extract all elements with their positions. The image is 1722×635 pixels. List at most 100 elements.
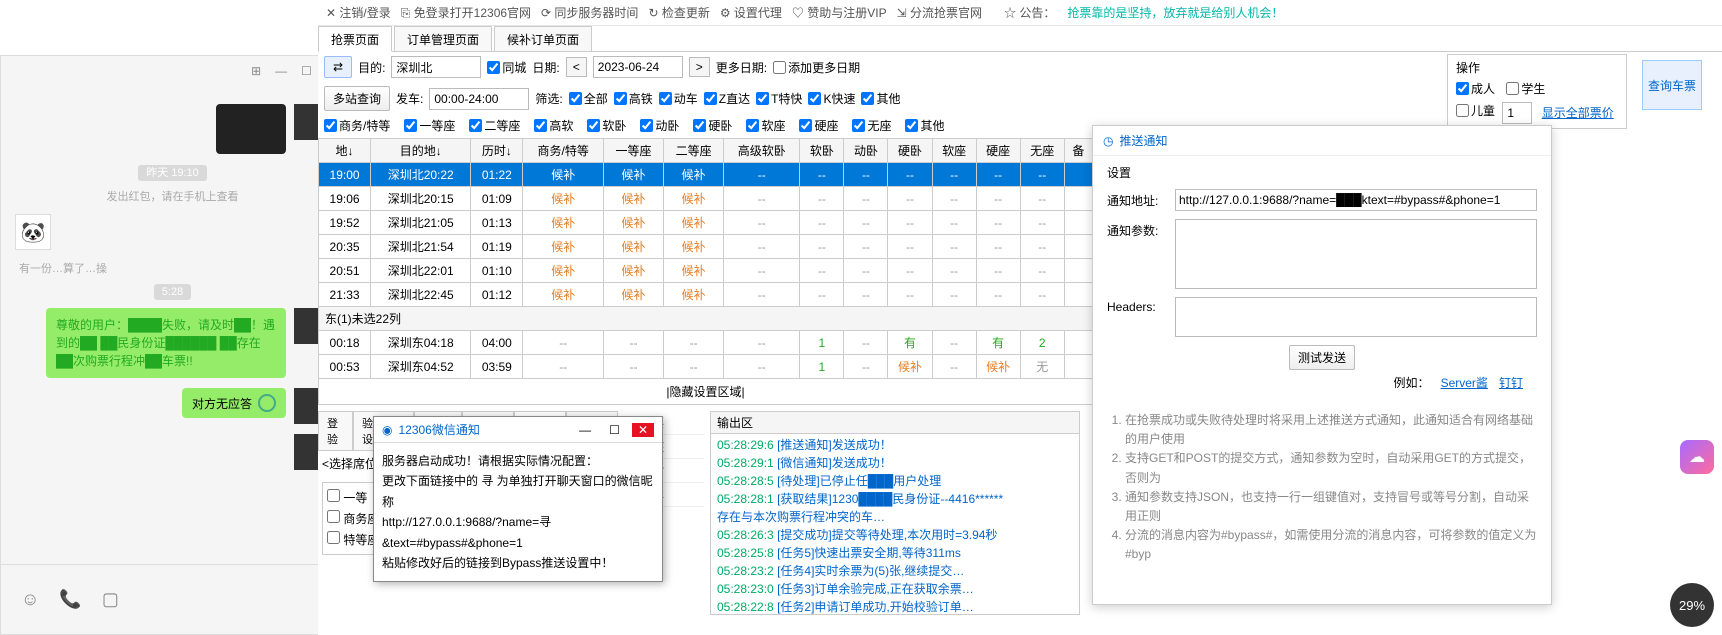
query-button[interactable]: 查询车票	[1642, 60, 1702, 110]
push-section-title: 设置	[1107, 164, 1537, 181]
log-line: 05:28:23:0 [任务3]订单余验完成,正在获取余票…	[717, 580, 1073, 598]
seat-filter[interactable]: 硬卧	[693, 117, 732, 134]
table-header[interactable]: 硬卧	[888, 139, 932, 163]
table-header[interactable]: 一等座	[603, 139, 663, 163]
multi-station-button[interactable]: 多站查询	[324, 86, 390, 111]
top-toolbar: ✕ 注销/登录 ⎘ 免登录打开12306官网 ⟳ 同步服务器时间 ↻ 检查更新 ⚙ 设置…	[318, 0, 1722, 26]
table-header[interactable]: 历时↓	[471, 139, 523, 163]
seat-filter[interactable]: 商务/特等	[324, 117, 390, 134]
call-icon[interactable]: 📞	[59, 589, 81, 610]
seat-filter[interactable]: 软座	[746, 117, 785, 134]
table-group[interactable]: 东(1)未选22列	[319, 307, 1093, 331]
child-count[interactable]	[1502, 102, 1532, 124]
chat-toolbar: ☺ 📞 ▢	[1, 564, 344, 634]
emoji-icon[interactable]: ☺	[21, 589, 39, 610]
table-row[interactable]: 20:51深圳北22:0101:10候补候补候补--------------	[319, 259, 1093, 283]
log-line: 05:28:26:3 [提交成功]提交等待处理,本次用时=3.94秒	[717, 526, 1073, 544]
seat-filter[interactable]: 二等座	[469, 117, 520, 134]
train-filter[interactable]: T特快	[756, 90, 802, 107]
param-label: 通知参数:	[1107, 219, 1167, 239]
toolbar-item[interactable]: ✕ 注销/登录	[326, 6, 391, 20]
table-row[interactable]: 21:33深圳北22:4501:12候补候补候补--------------	[319, 283, 1093, 307]
table-header[interactable]: 软卧	[800, 139, 844, 163]
chat-caption: 有一份…算了…操	[19, 260, 330, 276]
seat-filter[interactable]: 硬座	[799, 117, 838, 134]
main-tab[interactable]: 抢票页面	[318, 26, 392, 52]
dest-input[interactable]	[391, 56, 481, 78]
seat-filter[interactable]: 高软	[534, 117, 573, 134]
headers-label: Headers:	[1107, 297, 1167, 314]
addr-input[interactable]	[1175, 189, 1537, 211]
child-check[interactable]: 儿童	[1456, 102, 1495, 119]
chat-max-icon[interactable]: ☐	[301, 64, 312, 78]
train-filter[interactable]: 其他	[861, 90, 900, 107]
link-dingtalk[interactable]: 钉钉	[1499, 376, 1523, 390]
table-row[interactable]: 00:53深圳东04:5203:59--------1--候补--候补无	[319, 355, 1093, 379]
table-row[interactable]: 19:52深圳北21:0501:13候补候补候补--------------	[319, 211, 1093, 235]
main-tab[interactable]: 订单管理页面	[394, 26, 492, 51]
date-input[interactable]	[593, 56, 683, 78]
table-row[interactable]: 20:35深圳北21:5401:19候补候补候补--------------	[319, 235, 1093, 259]
toolbar-item[interactable]: ⚙ 设置代理	[720, 6, 782, 20]
popup-close[interactable]: ✕	[632, 423, 654, 437]
toolbar-item[interactable]: ⟳ 同步服务器时间	[541, 6, 638, 20]
table-header[interactable]: 商务/特等	[523, 139, 604, 163]
toolbar-item[interactable]: ♡ 赞助与注册VIP	[792, 6, 887, 20]
seat-filter[interactable]: 软卧	[587, 117, 626, 134]
add-dates-check[interactable]: 添加更多日期	[773, 59, 860, 76]
chat-min-icon[interactable]: —	[275, 64, 287, 78]
output-title: 输出区	[711, 412, 1079, 434]
train-filter[interactable]: 全部	[569, 90, 608, 107]
date-next[interactable]: >	[689, 57, 710, 77]
chat-date: 5:28	[154, 284, 191, 300]
seat-filter[interactable]: 无座	[852, 117, 891, 134]
seat-filter[interactable]: 动卧	[640, 117, 679, 134]
chat-image[interactable]	[216, 104, 286, 154]
train-filter[interactable]: 动车	[659, 90, 698, 107]
cloud-icon[interactable]: ☁	[1680, 440, 1714, 474]
toolbar-item[interactable]: ⇲ 分流抢票官网	[897, 6, 982, 20]
show-all-link[interactable]: 显示全部票价	[1542, 106, 1614, 120]
depart-time-input[interactable]	[429, 88, 529, 110]
popup-max[interactable]: ☐	[603, 423, 626, 437]
swap-button[interactable]: ⇄	[324, 56, 352, 78]
main-tab[interactable]: 候补订单页面	[494, 26, 592, 51]
table-header[interactable]: 高级软卧	[724, 139, 800, 163]
same-city-check[interactable]: 同城	[487, 59, 526, 76]
hidden-area-toggle[interactable]: |隐藏设置区域|	[318, 379, 1093, 405]
table-header[interactable]: 软座	[932, 139, 976, 163]
table-header[interactable]: 备	[1064, 139, 1092, 163]
train-filter[interactable]: K快速	[808, 90, 855, 107]
log-line: 05:28:22:8 [任务2]申请订单成功,开始校验订单…	[717, 598, 1073, 614]
table-row[interactable]: 00:18深圳东04:1804:00--------1--有--有2	[319, 331, 1093, 355]
chat-pin-icon[interactable]: ⊞	[251, 64, 261, 78]
train-filter[interactable]: 高铁	[614, 90, 653, 107]
test-send-button[interactable]: 测试发送	[1289, 345, 1355, 370]
table-header[interactable]: 目的地↓	[371, 139, 471, 163]
toolbar-item[interactable]: ⎘ 免登录打开12306官网	[401, 6, 531, 20]
date-prev[interactable]: <	[566, 57, 587, 77]
table-header[interactable]: 二等座	[664, 139, 724, 163]
toolbar-item[interactable]: ↻ 检查更新	[648, 6, 709, 20]
table-row[interactable]: 19:06深圳北20:1501:09候补候补候补--------------	[319, 187, 1093, 211]
seat-filter[interactable]: 其他	[905, 117, 944, 134]
seat-filter[interactable]: 一等座	[404, 117, 455, 134]
video-icon[interactable]: ▢	[102, 589, 119, 610]
progress-badge: 29%	[1670, 583, 1714, 627]
table-header[interactable]: 硬座	[976, 139, 1020, 163]
table-row[interactable]: 19:00深圳北20:2201:22候补候补候补--------------	[319, 163, 1093, 187]
push-note: 在抢票成功或失败待处理时将采用上述推送方式通知，此通知适合有网络基础的用户使用	[1125, 411, 1537, 449]
param-input[interactable]	[1175, 219, 1537, 289]
table-header[interactable]: 地↓	[319, 139, 371, 163]
log-line: 存在与本次购票行程冲突的车…	[717, 508, 1073, 526]
table-header[interactable]: 动卧	[844, 139, 888, 163]
chat-no-answer[interactable]: 对方无应答	[182, 388, 286, 418]
student-check[interactable]: 学生	[1506, 80, 1545, 97]
train-filter[interactable]: Z直达	[704, 90, 750, 107]
bottom-tab[interactable]: 登验	[318, 411, 353, 450]
table-header[interactable]: 无座	[1020, 139, 1064, 163]
popup-min[interactable]: —	[573, 423, 597, 437]
headers-input[interactable]	[1175, 297, 1537, 337]
adult-check[interactable]: 成人	[1456, 80, 1495, 97]
link-serverchan[interactable]: Server酱	[1441, 376, 1488, 390]
